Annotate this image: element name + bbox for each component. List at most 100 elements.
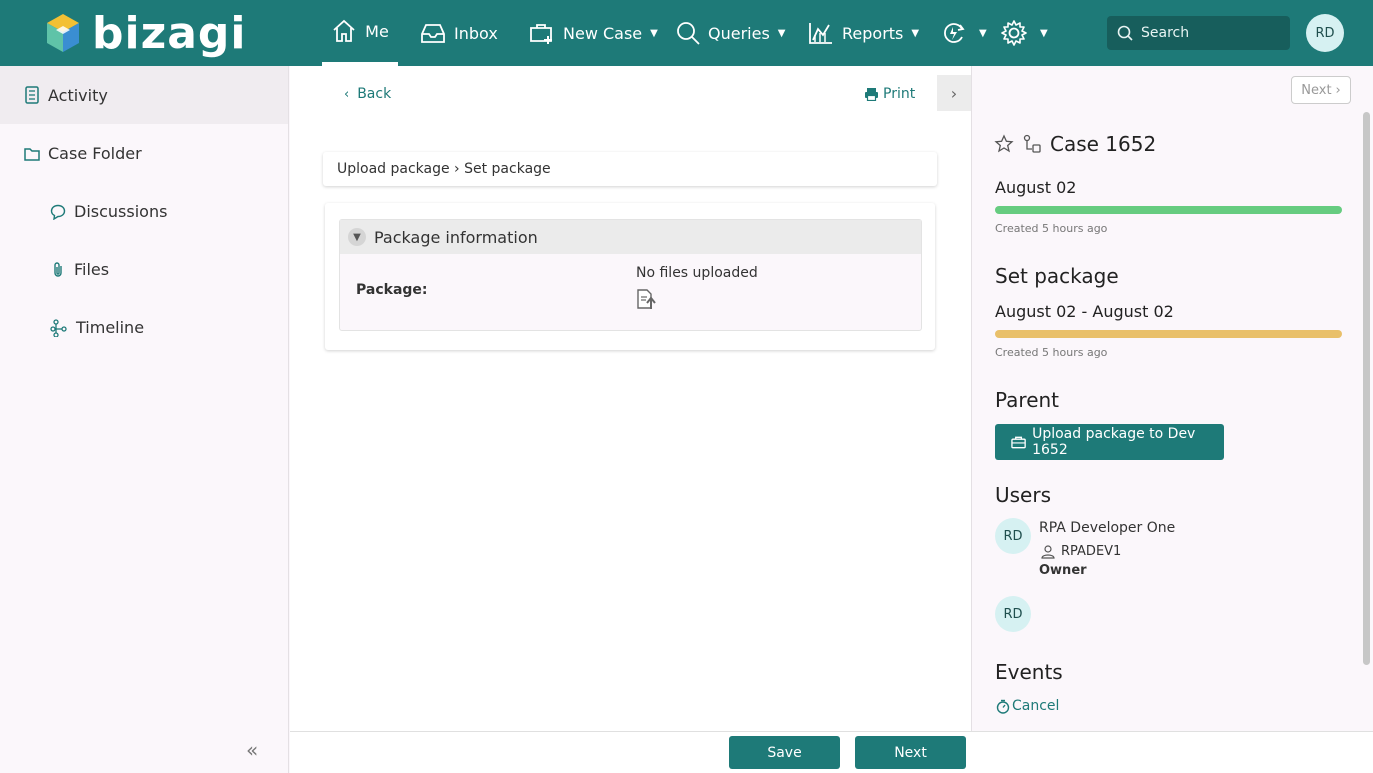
chevron-down-icon: ▼ — [1040, 27, 1048, 39]
sidebar-item-activity[interactable]: Activity — [0, 66, 288, 124]
form-card: ▼ Package information Package: No files … — [325, 203, 935, 350]
nav-reports[interactable]: Reports ▼ — [808, 0, 919, 66]
user-icon — [1041, 544, 1055, 559]
task-progress-bar — [995, 330, 1342, 338]
timer-icon — [996, 699, 1010, 714]
collapse-sidebar-icon[interactable]: « — [246, 738, 258, 762]
avatar[interactable]: RD — [995, 596, 1031, 632]
task-title: Set package — [995, 264, 1119, 288]
print-icon — [865, 88, 878, 101]
group-title: Package information — [374, 227, 538, 247]
nav-queries[interactable]: Queries ▼ — [676, 0, 785, 66]
gear-icon — [1001, 20, 1027, 46]
parent-case-button[interactable]: Upload package to Dev 1652 — [995, 424, 1224, 460]
chevron-right-icon: › — [1335, 82, 1341, 98]
print-label: Print — [883, 86, 916, 102]
case-details-panel: Next › Case 1652 August 02 Created 5 hou… — [971, 66, 1373, 731]
search-icon — [677, 22, 700, 45]
main-content: ‹ Back Print › Upload package › Set pack… — [290, 66, 971, 731]
nav-inbox[interactable]: Inbox — [420, 0, 498, 66]
process-icon[interactable] — [1022, 134, 1042, 154]
next-case-label: Next — [1301, 82, 1332, 98]
sidebar-item-case-folder[interactable]: Case Folder — [24, 144, 142, 163]
sidebar-item-timeline[interactable]: Timeline — [50, 318, 144, 337]
case-title-row: Case 1652 — [994, 132, 1156, 156]
package-value: No files uploaded — [636, 265, 758, 281]
new-case-icon — [530, 24, 552, 44]
briefcase-icon — [1011, 436, 1026, 449]
user-avatar[interactable]: RD — [1306, 14, 1344, 52]
paperclip-icon — [54, 261, 62, 277]
avatar[interactable]: RD — [995, 518, 1031, 554]
case-title: Case 1652 — [1050, 132, 1157, 156]
parent-case-label: Upload package to Dev 1652 — [1032, 426, 1196, 458]
bizagi-logo-icon — [47, 14, 79, 52]
sidebar-item-discussions[interactable]: Discussions — [50, 202, 167, 221]
nav-new-case[interactable]: New Case ▼ — [529, 0, 658, 66]
activity-icon — [25, 86, 39, 104]
sidebar-item-files[interactable]: Files — [50, 260, 109, 279]
back-link[interactable]: ‹ Back — [344, 86, 391, 102]
case-created: Created 5 hours ago — [995, 222, 1108, 235]
nav-inbox-label: Inbox — [454, 23, 498, 43]
task-dates: August 02 - August 02 — [995, 302, 1174, 321]
chevron-down-icon: ▼ — [348, 228, 366, 246]
brand-name: bizagi — [92, 7, 247, 59]
cancel-event-label: Cancel — [1012, 698, 1060, 714]
print-link[interactable]: Print — [864, 86, 915, 102]
user-login: RPADEV1 — [1041, 544, 1121, 559]
footer-action-bar: Save Next — [290, 731, 1373, 773]
sidebar-item-label: Discussions — [74, 202, 168, 221]
scrollbar[interactable] — [1363, 112, 1370, 665]
case-progress-bar — [995, 206, 1342, 214]
automation-icon — [944, 23, 965, 43]
bizagi-logo[interactable]: bizagi — [44, 6, 246, 60]
events-section-title: Events — [995, 660, 1063, 684]
nav-queries-label: Queries — [708, 23, 770, 43]
left-sidebar: Activity Case Folder Discussions Files T… — [0, 66, 289, 773]
chevron-down-icon: ▼ — [979, 27, 987, 39]
nav-me-label: Me — [365, 21, 389, 41]
breadcrumb: Upload package › Set package — [323, 152, 937, 186]
sidebar-item-label: Activity — [48, 85, 108, 105]
user-name: RPA Developer One — [1039, 520, 1176, 536]
case-date: August 02 — [995, 178, 1077, 197]
chevron-down-icon: ▼ — [777, 27, 786, 39]
sidebar-item-label: Files — [74, 260, 110, 279]
star-icon[interactable] — [994, 134, 1014, 154]
next-case-button[interactable]: Next › — [1291, 76, 1351, 104]
folder-icon — [24, 147, 40, 161]
upload-file-icon[interactable] — [636, 288, 658, 314]
task-created: Created 5 hours ago — [995, 346, 1108, 359]
chevron-down-icon: ▼ — [911, 27, 920, 39]
save-button[interactable]: Save — [729, 736, 840, 769]
users-section-title: Users — [995, 483, 1052, 507]
back-label: Back — [357, 86, 392, 102]
top-navigation-bar: bizagi Me Inbox New Case ▼ Queries ▼ Rep… — [0, 0, 1373, 66]
chevron-right-icon[interactable]: › — [937, 75, 971, 111]
cancel-event-link[interactable]: Cancel — [996, 698, 1059, 714]
chat-icon — [50, 204, 66, 220]
reports-icon — [809, 23, 832, 44]
nav-automation[interactable]: ▼ — [941, 0, 987, 66]
package-label: Package: — [356, 282, 428, 298]
nav-me[interactable]: Me — [322, 0, 398, 66]
package-information-group: ▼ Package information Package: No files … — [339, 219, 922, 331]
nav-reports-label: Reports — [842, 23, 904, 43]
sidebar-item-label: Case Folder — [48, 144, 142, 163]
next-button[interactable]: Next — [855, 736, 966, 769]
chevron-left-icon: ‹ — [344, 86, 350, 102]
group-header[interactable]: ▼ Package information — [340, 220, 921, 254]
chevron-down-icon: ▼ — [650, 27, 658, 39]
user-login-text: RPADEV1 — [1061, 544, 1122, 559]
inbox-icon — [421, 24, 445, 43]
parent-section-title: Parent — [995, 388, 1060, 412]
sidebar-item-label: Timeline — [76, 318, 145, 337]
search-icon — [1117, 25, 1133, 41]
home-icon — [333, 19, 355, 42]
search-input[interactable] — [1141, 25, 1281, 41]
user-role: Owner — [1039, 563, 1087, 578]
nav-new-case-label: New Case — [563, 23, 643, 43]
nav-settings[interactable]: ▼ — [1000, 0, 1048, 66]
search-box[interactable] — [1107, 16, 1290, 50]
